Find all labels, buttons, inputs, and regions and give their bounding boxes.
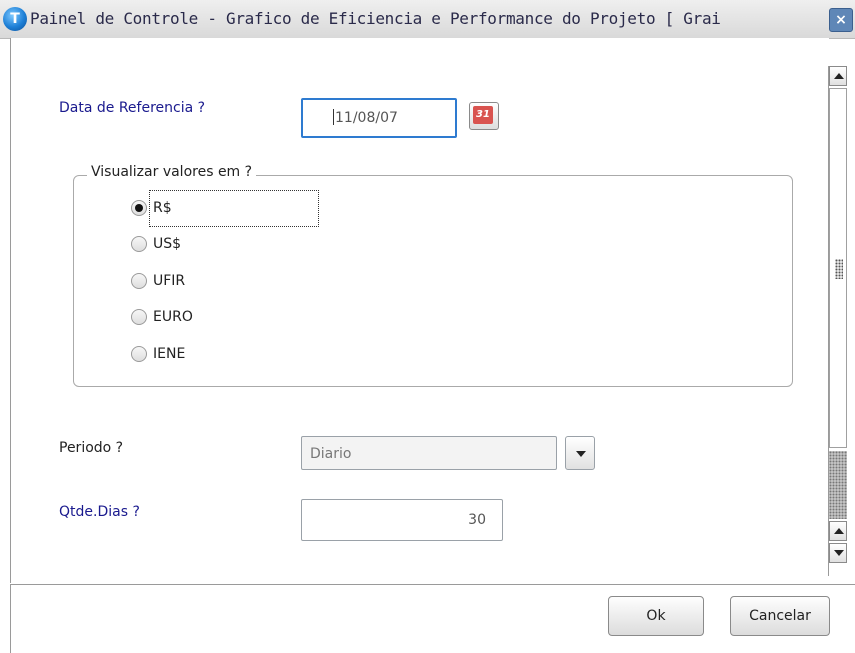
dialog-footer [10, 584, 855, 653]
scroll-up-icon[interactable] [829, 521, 847, 541]
scroll-down-icon[interactable] [829, 543, 847, 563]
radio-button-icon[interactable] [131, 236, 147, 252]
grip-icon [835, 259, 843, 279]
chevron-down-icon[interactable] [565, 436, 595, 470]
radio-button-icon[interactable] [131, 309, 147, 325]
radio-label: R$ [153, 200, 172, 216]
visualizar-group-title: Visualizar valores em ? [87, 164, 257, 180]
data-referencia-label: Data de Referencia ? [59, 100, 206, 116]
periodo-select[interactable]: Diario [301, 436, 557, 470]
close-icon[interactable]: × [829, 8, 853, 32]
scrollbar-thumb[interactable] [829, 88, 847, 448]
form-panel: Data de Referencia ? 11/08/07 31 Visuali… [10, 38, 829, 583]
focus-indicator [149, 190, 319, 227]
title-bar: T Painel de Controle - Grafico de Eficie… [0, 0, 855, 39]
periodo-label: Periodo ? [59, 440, 124, 456]
vertical-scrollbar[interactable] [828, 66, 848, 576]
data-referencia-value: 11/08/07 [335, 110, 398, 126]
text-caret [333, 109, 334, 125]
radio-label: US$ [153, 236, 182, 252]
radio-label: IENE [153, 346, 186, 362]
radio-button-icon[interactable] [131, 346, 147, 362]
cancel-button[interactable]: Cancelar [730, 596, 830, 636]
calendar-button[interactable]: 31 [469, 102, 499, 130]
window-title: Painel de Controle - Grafico de Eficienc… [30, 9, 721, 28]
radio-label: UFIR [153, 273, 186, 289]
radio-button-icon[interactable] [131, 200, 147, 216]
scrollbar-track[interactable] [829, 451, 847, 519]
data-referencia-input[interactable]: 11/08/07 [301, 98, 457, 138]
radio-button-icon[interactable] [131, 273, 147, 289]
qtde-dias-input[interactable]: 30 [301, 499, 503, 541]
scroll-up-icon[interactable] [829, 66, 847, 86]
radio-label: EURO [153, 309, 193, 325]
app-logo-icon: T [3, 7, 27, 31]
calendar-icon: 31 [473, 106, 493, 124]
ok-button[interactable]: Ok [608, 596, 704, 636]
qtde-dias-label: Qtde.Dias ? [59, 504, 140, 520]
